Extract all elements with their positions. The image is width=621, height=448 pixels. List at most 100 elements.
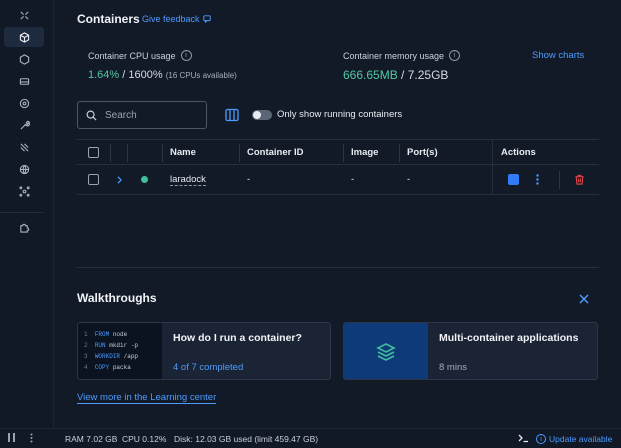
image-cell: - (351, 174, 355, 185)
wheel-icon (19, 98, 29, 108)
learning-center-link[interactable]: View more in the Learning center (77, 392, 217, 404)
scout-icon (19, 142, 29, 152)
container-name-link[interactable]: laradock (170, 174, 206, 186)
expand-row-button[interactable] (116, 165, 123, 194)
info-icon[interactable]: i (449, 50, 461, 61)
sidebar-item-dashboard[interactable] (4, 5, 44, 25)
search-input[interactable] (105, 109, 195, 121)
multi-container-illustration (344, 323, 428, 379)
disk-usage: Disk: 12.03 GB used (limit 459.47 GB) (174, 434, 319, 444)
kebab-menu-icon (536, 174, 539, 185)
line-number: 2 (84, 342, 88, 349)
section-divider (77, 267, 599, 268)
delete-button[interactable] (574, 165, 585, 194)
show-charts-link[interactable]: Show charts (532, 50, 584, 61)
sidebar-divider (0, 212, 44, 213)
code-keyword: COPY (94, 364, 110, 371)
drive-icon (19, 77, 29, 85)
code-line: 2 RUN mkdir -p (84, 340, 162, 351)
start-button[interactable] (508, 165, 519, 194)
docker-desktop-window: Containers Give feedback Container CPU u… (0, 0, 621, 448)
cpu-usage: CPU 0.12% (122, 434, 167, 444)
running-only-toggle[interactable] (252, 110, 272, 120)
sidebar-item-containers[interactable] (4, 27, 44, 47)
play-icon (508, 174, 519, 185)
walkthrough-card-run-container[interactable]: 1 FROM node 2 RUN mkdir -p 3 WORKDIR /app 4… (77, 322, 331, 380)
page-title: Containers (77, 12, 140, 26)
terminal-icon (518, 434, 528, 443)
sidebar-item-builds[interactable] (4, 115, 44, 135)
puzzle-icon (19, 223, 29, 233)
close-icon (579, 294, 589, 304)
close-walkthroughs-button[interactable] (578, 292, 590, 304)
sidebar-item-add-extensions[interactable] (4, 217, 44, 237)
running-status-dot (141, 176, 148, 183)
columns-icon (225, 108, 239, 122)
code-keyword: FROM (94, 331, 110, 338)
give-feedback-link[interactable]: Give feedback (142, 14, 211, 24)
container-id-cell: - (247, 174, 251, 185)
column-separator (162, 144, 163, 162)
hexagon-icon (19, 53, 29, 65)
table-row[interactable]: laradock - - - (77, 165, 599, 195)
line-number: 4 (84, 364, 88, 371)
memory-usage-label: Container memory usage i (343, 50, 461, 61)
sidebar-item-scout[interactable] (4, 137, 44, 157)
code-line: 1 FROM node (84, 329, 162, 340)
containers-page: Containers Give feedback Container CPU u… (54, 0, 621, 428)
column-separator (239, 144, 240, 162)
pause-button[interactable] (8, 433, 15, 444)
code-text: packa (109, 364, 131, 371)
select-all-checkbox[interactable] (88, 146, 99, 158)
column-separator (127, 144, 128, 162)
column-separator (559, 171, 560, 189)
sidebar-item-kubernetes[interactable] (4, 93, 44, 113)
chevron-right-icon (117, 175, 122, 184)
sidebar-item-images[interactable] (4, 49, 44, 69)
code-text: mkdir -p (105, 342, 139, 349)
search-box[interactable] (77, 101, 207, 129)
status-bar: RAM 7.02 GB CPU 0.12% Disk: 12.03 GB use… (0, 428, 621, 448)
walkthrough-card-multi-container[interactable]: Multi-container applications 8 mins (343, 322, 598, 380)
code-line: 4 COPY packa (84, 362, 162, 373)
memory-usage-value: 666.65MB / 7.25GB (343, 68, 448, 82)
line-number: 1 (84, 331, 88, 338)
sidebar-item-volumes[interactable] (4, 71, 44, 91)
search-icon (86, 110, 97, 121)
status-cell (141, 165, 148, 194)
walkthrough-progress: 4 of 7 completed (173, 362, 244, 373)
cpu-usage-total: / 1600% (122, 69, 163, 81)
columns-button[interactable] (224, 107, 240, 123)
more-actions-button[interactable] (536, 165, 539, 194)
dockerfile-code-preview: 1 FROM node 2 RUN mkdir -p 3 WORKDIR /app 4… (78, 323, 162, 379)
give-feedback-label: Give feedback (142, 14, 200, 24)
update-available-link[interactable]: i Update available (536, 434, 612, 444)
walkthrough-card-title: How do I run a container? (173, 332, 302, 344)
line-number: 3 (84, 353, 88, 360)
sidebar (0, 0, 54, 428)
more-menu-button[interactable] (30, 433, 33, 445)
column-header-container-id[interactable]: Container ID (247, 140, 303, 164)
cpu-usage-label: Container CPU usage i (88, 50, 192, 61)
column-separator (343, 144, 344, 162)
cpu-count-note: (16 CPUs available) (165, 71, 237, 80)
cube-icon (19, 31, 29, 43)
info-icon[interactable]: i (180, 50, 192, 61)
row-select-cell (88, 165, 99, 194)
running-only-label: Only show running containers (277, 109, 403, 120)
column-header-image[interactable]: Image (351, 140, 378, 164)
feedback-icon (202, 15, 211, 23)
pause-icon (8, 433, 15, 442)
column-header-actions: Actions (501, 146, 536, 158)
column-header-ports[interactable]: Port(s) (407, 140, 438, 164)
wrench-icon (19, 120, 30, 130)
sidebar-item-models[interactable] (4, 181, 44, 201)
table-header: Name Container ID Image Port(s) Actions (77, 139, 599, 165)
code-text: /app (120, 353, 139, 360)
terminal-button[interactable] (518, 433, 529, 445)
row-checkbox[interactable] (88, 174, 99, 185)
walkthrough-duration: 8 mins (439, 362, 467, 373)
cpu-usage-value: 1.64% / 1600% (16 CPUs available) (88, 69, 237, 81)
column-header-name[interactable]: Name (170, 140, 196, 164)
sidebar-item-extensions-hub[interactable] (4, 159, 44, 179)
